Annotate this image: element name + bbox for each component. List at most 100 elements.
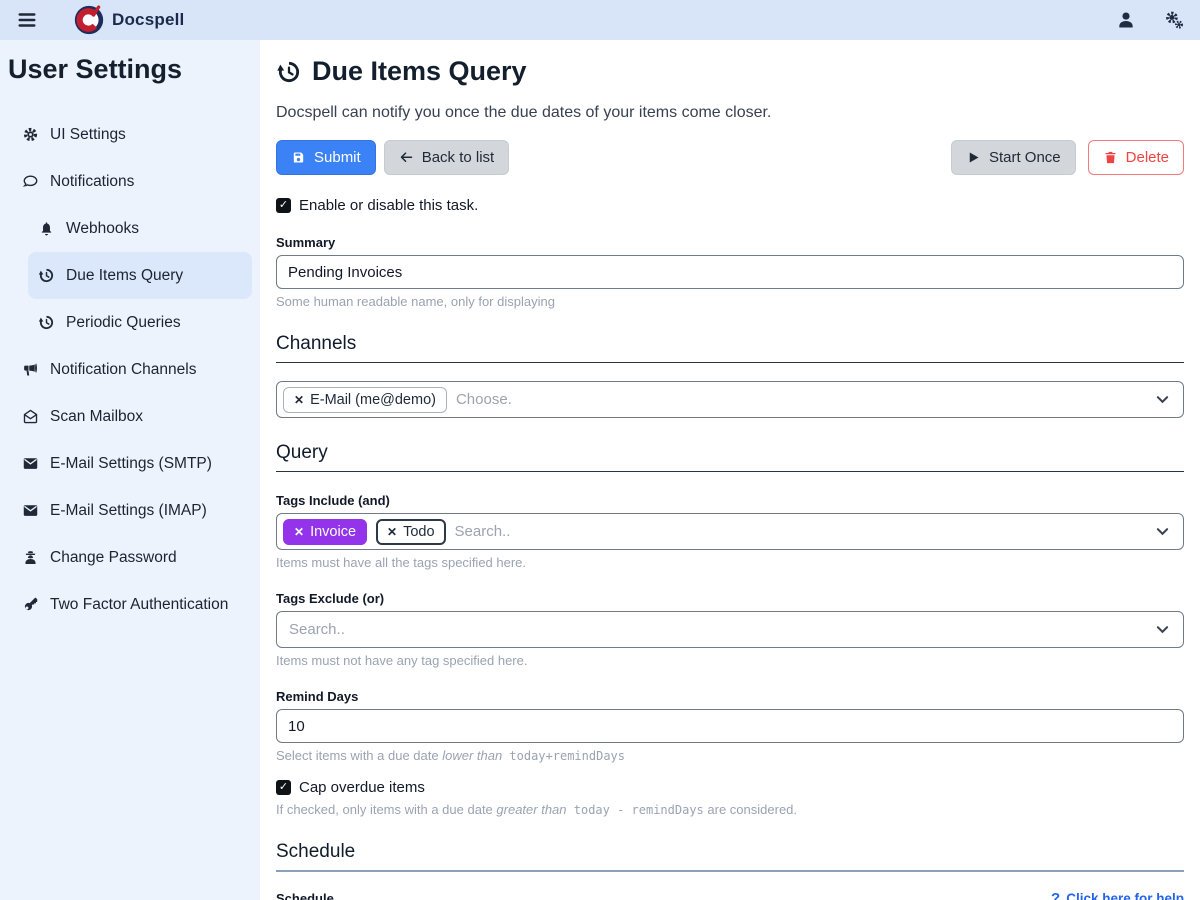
tags-exclude-helper: Items must not have any tag specified he…: [276, 653, 1184, 668]
delete-label: Delete: [1126, 149, 1169, 166]
bell-icon: [38, 220, 55, 237]
submit-button[interactable]: Submit: [276, 140, 376, 175]
start-once-label: Start Once: [989, 149, 1061, 166]
helper-text: Select items with a due date: [276, 748, 442, 763]
submit-label: Submit: [314, 149, 361, 166]
tag-chip-label: Invoice: [310, 524, 356, 540]
tag-chip-todo[interactable]: ✕ Todo: [376, 519, 446, 545]
back-to-list-button[interactable]: Back to list: [384, 140, 510, 175]
sidebar-item-label: UI Settings: [50, 126, 126, 144]
tags-include-helper: Items must have all the tags specified h…: [276, 555, 1184, 570]
history-icon: [38, 314, 55, 331]
tags-exclude-select[interactable]: Search..: [276, 611, 1184, 648]
remove-chip-icon[interactable]: ✕: [387, 525, 397, 539]
channel-chip[interactable]: ✕ E-Mail (me@demo): [283, 387, 447, 413]
cap-overdue-label: Cap overdue items: [299, 779, 425, 796]
channel-chip-label: E-Mail (me@demo): [310, 392, 436, 408]
envelope-icon: [22, 455, 39, 472]
summary-label: Summary: [276, 235, 1184, 250]
sidebar-item-scan-mailbox[interactable]: Scan Mailbox: [12, 393, 252, 440]
delete-button[interactable]: Delete: [1088, 140, 1184, 175]
channels-section-header: Channels: [276, 333, 1184, 363]
brand[interactable]: Docspell: [74, 5, 184, 35]
helper-italic: lower than: [442, 748, 502, 763]
channels-select[interactable]: ✕ E-Mail (me@demo) Choose.: [276, 381, 1184, 418]
checkbox-checked-icon[interactable]: ✓: [276, 198, 291, 213]
main-content: Due Items Query Docspell can notify you …: [260, 40, 1200, 900]
tags-include-label: Tags Include (and): [276, 493, 1184, 508]
sidebar-item-two-factor[interactable]: Two Factor Authentication: [12, 581, 252, 628]
sidebar-item-label: Notification Channels: [50, 361, 196, 379]
helper-code: today - remindDays: [567, 803, 704, 817]
play-icon: [966, 150, 981, 165]
tag-chip-label: Todo: [403, 524, 434, 540]
channels-placeholder: Choose.: [456, 391, 512, 408]
envelope-icon: [22, 502, 39, 519]
sidebar-item-due-items-query[interactable]: Due Items Query: [28, 252, 252, 299]
app-title: Docspell: [112, 10, 184, 30]
envelope-open-icon: [22, 408, 39, 425]
user-icon[interactable]: [1116, 10, 1136, 30]
sidebar-title: User Settings: [0, 50, 260, 85]
gear-icon: [22, 126, 39, 143]
remind-days-input[interactable]: [276, 709, 1184, 743]
sidebar-item-label: E-Mail Settings (IMAP): [50, 502, 207, 520]
user-secret-icon: [22, 549, 39, 566]
start-once-button[interactable]: Start Once: [951, 140, 1076, 175]
key-icon: [22, 596, 39, 613]
helper-text: are considered.: [704, 802, 797, 817]
remind-days-label: Remind Days: [276, 689, 1184, 704]
sidebar-item-label: Due Items Query: [66, 267, 183, 285]
schedule-label: Schedule: [276, 891, 334, 900]
remove-chip-icon[interactable]: ✕: [294, 525, 304, 539]
helper-text: If checked, only items with a due date: [276, 802, 496, 817]
sidebar-item-label: Notifications: [50, 173, 134, 191]
remind-days-helper: Select items with a due date lower than …: [276, 748, 1184, 763]
menu-icon[interactable]: [16, 9, 38, 31]
bullhorn-icon: [22, 361, 39, 378]
back-label: Back to list: [422, 149, 495, 166]
history-icon: [276, 59, 302, 85]
enable-task-label: Enable or disable this task.: [299, 197, 478, 214]
sidebar-item-notification-channels[interactable]: Notification Channels: [12, 346, 252, 393]
checkbox-checked-icon[interactable]: ✓: [276, 780, 291, 795]
helper-code: today+remindDays: [502, 749, 625, 763]
enable-task-checkbox-row[interactable]: ✓ Enable or disable this task.: [276, 197, 1184, 214]
sidebar-item-ui-settings[interactable]: UI Settings: [12, 111, 252, 158]
cap-overdue-helper: If checked, only items with a due date g…: [276, 802, 1184, 817]
tags-include-select[interactable]: ✕ Invoice ✕ Todo Search..: [276, 513, 1184, 550]
docspell-logo-icon: [74, 5, 104, 35]
sidebar-item-label: Webhooks: [66, 220, 139, 238]
sidebar-item-label: Two Factor Authentication: [50, 596, 228, 614]
sidebar-item-email-imap[interactable]: E-Mail Settings (IMAP): [12, 487, 252, 534]
remove-chip-icon[interactable]: ✕: [294, 393, 304, 407]
sidebar-item-change-password[interactable]: Change Password: [12, 534, 252, 581]
trash-icon: [1103, 150, 1118, 165]
tags-exclude-placeholder: Search..: [283, 621, 345, 638]
sidebar-item-label: E-Mail Settings (SMTP): [50, 455, 212, 473]
query-section-header: Query: [276, 442, 1184, 472]
sidebar-item-periodic-queries[interactable]: Periodic Queries: [28, 299, 252, 346]
tag-chip-invoice[interactable]: ✕ Invoice: [283, 519, 367, 545]
sidebar-item-email-smtp[interactable]: E-Mail Settings (SMTP): [12, 440, 252, 487]
schedule-help-link[interactable]: ? Click here for help: [1051, 890, 1184, 900]
summary-input[interactable]: [276, 255, 1184, 289]
page-title: Due Items Query: [276, 56, 1184, 87]
arrow-left-icon: [399, 150, 414, 165]
chevron-down-icon: [1156, 395, 1169, 404]
chevron-down-icon: [1156, 527, 1169, 536]
page-description: Docspell can notify you once the due dat…: [276, 104, 1184, 122]
gears-icon[interactable]: [1164, 10, 1184, 30]
sidebar-item-label: Periodic Queries: [66, 314, 181, 332]
cap-overdue-checkbox-row[interactable]: ✓ Cap overdue items: [276, 779, 1184, 796]
history-icon: [38, 267, 55, 284]
sidebar-item-webhooks[interactable]: Webhooks: [28, 205, 252, 252]
save-icon: [291, 150, 306, 165]
top-bar: Docspell: [0, 0, 1200, 40]
question-icon: ?: [1051, 890, 1060, 900]
comment-icon: [22, 173, 39, 190]
help-link-label: Click here for help: [1066, 891, 1184, 900]
sidebar-item-notifications[interactable]: Notifications: [12, 158, 252, 205]
helper-italic: greater than: [496, 802, 566, 817]
summary-helper: Some human readable name, only for displ…: [276, 294, 1184, 309]
